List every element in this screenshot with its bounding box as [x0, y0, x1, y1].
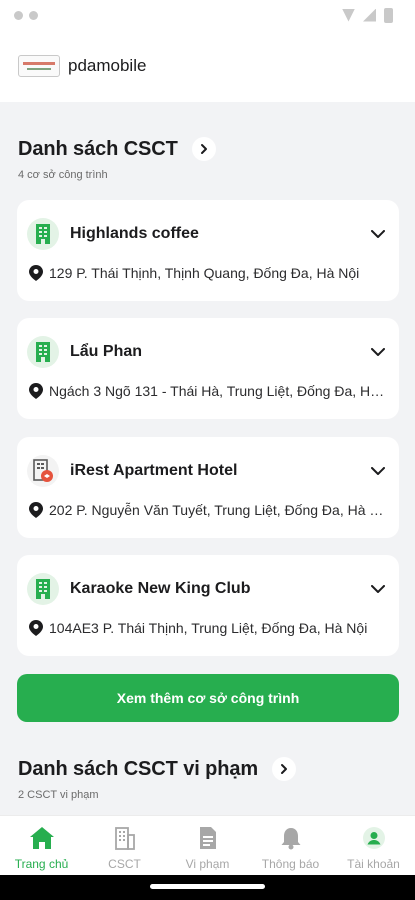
chevron-right-icon[interactable] — [272, 757, 297, 781]
bell-icon — [278, 825, 304, 851]
facility-name: Karaoke New King Club — [70, 580, 251, 597]
app-header: pdamobile — [0, 30, 415, 102]
facility-address: 104AE3 P. Thái Thịnh, Trung Liệt, Đống Đ… — [49, 620, 368, 636]
status-right — [342, 7, 393, 23]
nav-label: Tài khoản — [347, 857, 400, 871]
wifi-icon — [342, 8, 355, 22]
app-logo — [18, 55, 60, 77]
bottom-navigation: Trang chủ CSCT Vi phạm Thông báo Tài kho… — [0, 815, 415, 875]
building-icon — [27, 573, 59, 605]
nav-item-csct[interactable]: CSCT — [83, 816, 166, 875]
nav-label: Trang chủ — [14, 857, 69, 871]
facilities-section-header[interactable]: Danh sách CSCT — [18, 137, 216, 161]
building-icon — [27, 218, 59, 250]
app-name: pdamobile — [68, 56, 147, 75]
facility-address-row: 104AE3 P. Thái Thịnh, Trung Liệt, Đống Đ… — [29, 618, 385, 638]
building-icon — [27, 336, 59, 368]
status-left — [14, 10, 38, 20]
violations-section-header[interactable]: Danh sách CSCT vi phạm — [18, 757, 297, 781]
section-subtitle: 4 cơ sở công trình — [18, 169, 108, 181]
facility-address-row: 202 P. Nguyễn Văn Tuyết, Trung Liệt, Đốn… — [29, 500, 385, 520]
facility-address: Ngách 3 Ngõ 131 - Thái Hà, Trung Liệt, Đ… — [49, 383, 385, 399]
nav-label: Thông báo — [261, 857, 320, 871]
chevron-right-icon[interactable] — [191, 137, 216, 161]
chevron-down-icon[interactable] — [369, 225, 387, 243]
location-pin-icon — [29, 383, 43, 399]
facility-address-row: Ngách 3 Ngõ 131 - Thái Hà, Trung Liệt, Đ… — [29, 381, 385, 401]
facility-card[interactable]: Highlands coffee 129 P. Thái Thịnh, Thịn… — [17, 200, 399, 301]
status-dot — [14, 10, 23, 20]
facility-card[interactable]: Karaoke New King Club 104AE3 P. Thái Thị… — [17, 555, 399, 656]
building-icon — [112, 825, 138, 851]
section-subtitle: 2 CSCT vi phạm — [18, 789, 99, 801]
location-pin-icon — [29, 502, 43, 518]
user-icon — [361, 825, 387, 851]
chevron-down-icon[interactable] — [369, 343, 387, 361]
view-more-facilities-button[interactable]: Xem thêm cơ sở công trình — [17, 674, 399, 722]
facility-name: iRest Apartment Hotel — [70, 462, 238, 479]
section-title: Danh sách CSCT vi phạm — [18, 757, 259, 780]
home-indicator[interactable] — [150, 884, 265, 889]
location-pin-icon — [29, 265, 43, 281]
facility-address-row: 129 P. Thái Thịnh, Thịnh Quang, Đống Đa,… — [29, 263, 385, 283]
card-header: Lẩu Phan — [27, 336, 387, 368]
section-title: Danh sách CSCT — [18, 137, 178, 160]
gesture-bar — [0, 875, 415, 900]
nav-item-account[interactable]: Tài khoản — [332, 816, 415, 875]
status-bar — [0, 0, 415, 30]
chevron-down-icon[interactable] — [369, 462, 387, 480]
battery-icon — [384, 7, 393, 23]
card-header: Highlands coffee — [27, 218, 387, 250]
facility-address: 202 P. Nguyễn Văn Tuyết, Trung Liệt, Đốn… — [49, 502, 385, 518]
nav-label: CSCT — [108, 857, 141, 871]
facility-name: Lẩu Phan — [70, 343, 143, 360]
nav-label: Vi phạm — [185, 857, 230, 871]
chevron-down-icon[interactable] — [369, 580, 387, 598]
facility-name: Highlands coffee — [70, 225, 199, 242]
building-warning-icon — [27, 455, 59, 487]
home-icon — [29, 825, 55, 851]
facility-address: 129 P. Thái Thịnh, Thịnh Quang, Đống Đa,… — [49, 265, 360, 281]
document-icon — [195, 825, 221, 851]
location-pin-icon — [29, 620, 43, 636]
card-header: Karaoke New King Club — [27, 573, 387, 605]
nav-item-home[interactable]: Trang chủ — [0, 816, 83, 875]
signal-icon — [363, 8, 376, 22]
status-dot — [29, 10, 38, 20]
nav-item-violations[interactable]: Vi phạm — [166, 816, 249, 875]
facility-card[interactable]: Lẩu Phan Ngách 3 Ngõ 131 - Thái Hà, Trun… — [17, 318, 399, 419]
card-header: iRest Apartment Hotel — [27, 455, 387, 487]
nav-item-notifications[interactable]: Thông báo — [249, 816, 332, 875]
facility-card[interactable]: iRest Apartment Hotel 202 P. Nguyễn Văn … — [17, 437, 399, 538]
